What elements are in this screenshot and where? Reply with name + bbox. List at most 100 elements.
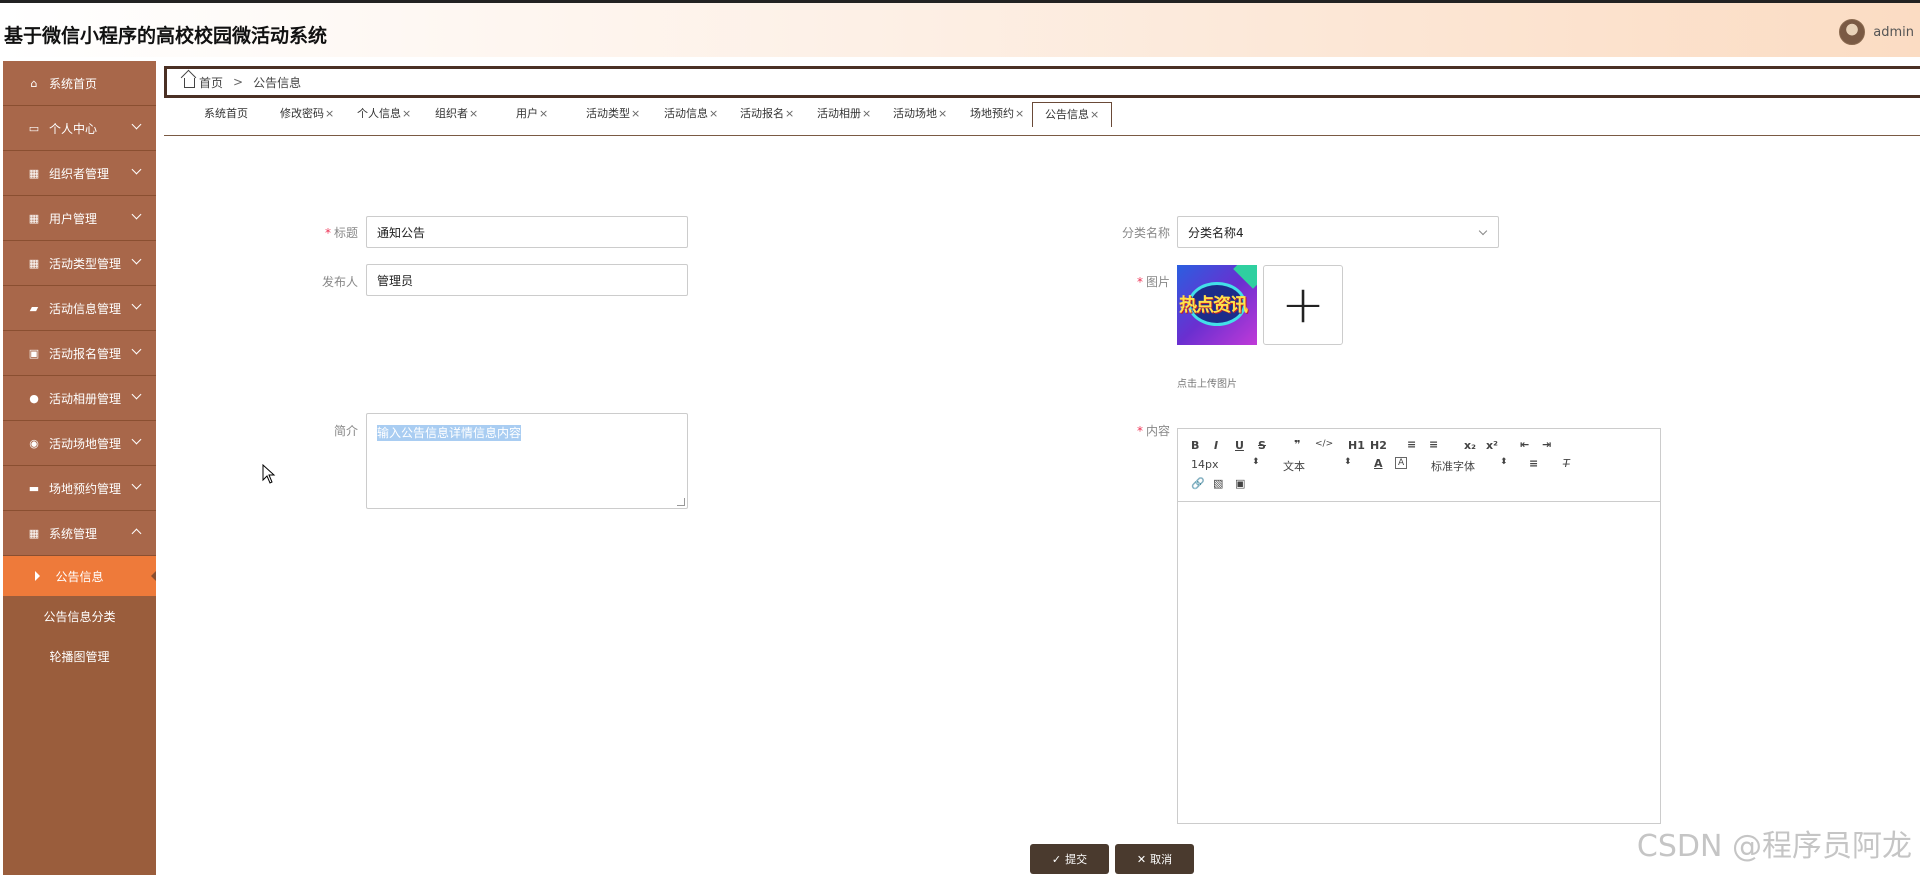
- tab-home[interactable]: 系统首页: [204, 102, 248, 126]
- select-arrows-icon: ⬍: [1500, 457, 1508, 467]
- image-upload-button[interactable]: +: [1263, 265, 1343, 345]
- close-icon[interactable]: ×: [938, 107, 947, 120]
- rich-text-editor: B I U S ❞ </> H1 H2 ≡ ≡ x₂ x² ⇤ ⇥ 14px ⬍…: [1177, 428, 1661, 824]
- close-icon[interactable]: ×: [325, 107, 334, 120]
- sidebar-item-venues[interactable]: ◉ 活动场地管理: [3, 421, 156, 466]
- sidebar-subitem-announcement-categories[interactable]: 公告信息分类: [3, 596, 156, 636]
- breadcrumb-separator: >: [233, 75, 244, 89]
- select-arrows-icon: ⬍: [1344, 457, 1352, 467]
- cancel-button[interactable]: ✕ 取消: [1115, 844, 1194, 874]
- tab-bar: 系统首页 修改密码× 个人信息× 组织者× 用户× 活动类型× 活动信息× 活动…: [164, 102, 1920, 136]
- ordered-list-button[interactable]: ≡: [1407, 438, 1416, 451]
- tab-venue-booking[interactable]: 场地预约×: [970, 102, 1024, 126]
- intro-placeholder: 输入公告信息详情信息内容: [377, 425, 522, 441]
- sidebar-item-profile[interactable]: ▭ 个人中心: [3, 106, 156, 151]
- close-icon: ✕: [1136, 852, 1147, 866]
- sidebar-item-system[interactable]: ▦ 系统管理: [3, 511, 156, 556]
- font-color-icon[interactable]: A: [1374, 457, 1383, 470]
- chevron-down-icon: [131, 434, 142, 445]
- sidebar-item-organizers[interactable]: ▦ 组织者管理: [3, 151, 156, 196]
- clear-format-icon[interactable]: T̶: [1563, 457, 1570, 470]
- chevron-down-icon: [131, 254, 142, 265]
- chevron-up-icon: [131, 528, 142, 539]
- image-icon[interactable]: ▧: [1213, 477, 1223, 490]
- code-button[interactable]: </>: [1315, 439, 1333, 449]
- subscript-button[interactable]: x₂: [1464, 439, 1476, 452]
- category-select[interactable]: 分类名称4: [1177, 216, 1499, 248]
- close-icon[interactable]: ×: [402, 107, 411, 120]
- intro-textarea[interactable]: 输入公告信息详情信息内容: [366, 413, 688, 509]
- sidebar-subitem-carousel[interactable]: 轮播图管理: [3, 636, 156, 676]
- check-icon: ✓: [1051, 852, 1062, 866]
- chevron-down-icon: [131, 389, 142, 400]
- tab-activity-info[interactable]: 活动信息×: [664, 102, 718, 126]
- close-icon[interactable]: ×: [709, 107, 718, 120]
- title-input[interactable]: 通知公告: [366, 216, 688, 248]
- indent-button[interactable]: ⇥: [1542, 438, 1551, 451]
- bullet-list-button[interactable]: ≡: [1429, 438, 1438, 451]
- tab-organizer[interactable]: 组织者×: [435, 102, 478, 126]
- user-menu[interactable]: admin: [1839, 19, 1914, 45]
- heading1-button[interactable]: H1: [1348, 439, 1365, 452]
- close-icon[interactable]: ×: [785, 107, 794, 120]
- tab-user[interactable]: 用户×: [516, 102, 548, 126]
- italic-button[interactable]: I: [1214, 439, 1218, 452]
- chevron-down-icon: [131, 119, 142, 130]
- grid-icon: ▦: [28, 526, 40, 540]
- sidebar-item-home[interactable]: ⌂ 系统首页: [3, 61, 156, 106]
- block-type-select[interactable]: 文本: [1283, 458, 1305, 474]
- tab-activity-type[interactable]: 活动类型×: [586, 102, 640, 126]
- sidebar-item-registrations[interactable]: ▣ 活动报名管理: [3, 331, 156, 376]
- grid-icon: ▦: [28, 256, 40, 270]
- close-icon[interactable]: ×: [631, 107, 640, 120]
- close-icon[interactable]: ×: [1090, 108, 1099, 121]
- tab-activity-album[interactable]: 活动相册×: [817, 102, 871, 126]
- editor-content-area[interactable]: [1178, 502, 1660, 823]
- outdent-button[interactable]: ⇤: [1520, 438, 1529, 451]
- content-label: * 内容: [1136, 424, 1170, 438]
- publisher-input[interactable]: 管理员: [366, 264, 688, 296]
- heading2-button[interactable]: H2: [1370, 439, 1387, 452]
- sidebar-item-activity-types[interactable]: ▦ 活动类型管理: [3, 241, 156, 286]
- sidebar-item-activity-info[interactable]: ▰ 活动信息管理: [3, 286, 156, 331]
- sidebar-item-albums[interactable]: ● 活动相册管理: [3, 376, 156, 421]
- bold-button[interactable]: B: [1191, 439, 1199, 452]
- video-icon[interactable]: ▣: [1235, 477, 1245, 490]
- publisher-label: 发布人: [321, 275, 358, 289]
- close-icon[interactable]: ×: [1015, 107, 1024, 120]
- tab-personal-info[interactable]: 个人信息×: [357, 102, 411, 126]
- close-icon[interactable]: ×: [539, 107, 548, 120]
- username[interactable]: admin: [1873, 25, 1914, 40]
- align-icon[interactable]: ≡: [1529, 457, 1538, 470]
- tab-activity-venue[interactable]: 活动场地×: [893, 102, 947, 126]
- strike-button[interactable]: S: [1258, 439, 1266, 452]
- chat-icon: ▰: [29, 301, 39, 315]
- breadcrumb-current: 公告信息: [253, 75, 302, 90]
- sidebar-item-bookings[interactable]: ▬ 场地预约管理: [3, 466, 156, 511]
- category-label: 分类名称: [1121, 226, 1170, 240]
- avatar[interactable]: [1839, 19, 1866, 45]
- chevron-down-icon: [131, 479, 142, 490]
- breadcrumb-home[interactable]: 首页: [199, 74, 223, 91]
- close-icon[interactable]: ×: [862, 107, 871, 120]
- tab-announcement[interactable]: 公告信息×: [1032, 102, 1113, 127]
- profile-card-icon: ▭: [28, 121, 40, 135]
- tab-change-password[interactable]: 修改密码×: [280, 102, 334, 126]
- uploaded-image-thumbnail[interactable]: 热点资讯: [1177, 265, 1257, 345]
- background-color-icon[interactable]: A: [1395, 457, 1408, 469]
- blockquote-button[interactable]: ❞: [1294, 438, 1300, 451]
- title-label: * 标题: [324, 226, 358, 240]
- tab-activity-registration[interactable]: 活动报名×: [740, 102, 794, 126]
- submit-button[interactable]: ✓ 提交: [1030, 844, 1109, 874]
- sidebar-subitem-announcements[interactable]: 公告信息: [3, 556, 156, 596]
- home-icon[interactable]: [184, 78, 195, 88]
- sidebar-item-users[interactable]: ▦ 用户管理: [3, 196, 156, 241]
- link-icon[interactable]: 🔗: [1191, 477, 1205, 490]
- sidebar: ⌂ 系统首页 ▭ 个人中心 ▦ 组织者管理 ▦ 用户管理 ▦ 活动类型管理 ▰ …: [3, 61, 156, 875]
- resize-handle[interactable]: [677, 498, 685, 506]
- underline-button[interactable]: U: [1235, 439, 1244, 452]
- close-icon[interactable]: ×: [469, 107, 478, 120]
- font-family-select[interactable]: 标准字体: [1431, 458, 1475, 474]
- superscript-button[interactable]: x²: [1486, 439, 1498, 452]
- font-size-select[interactable]: 14px: [1191, 458, 1219, 471]
